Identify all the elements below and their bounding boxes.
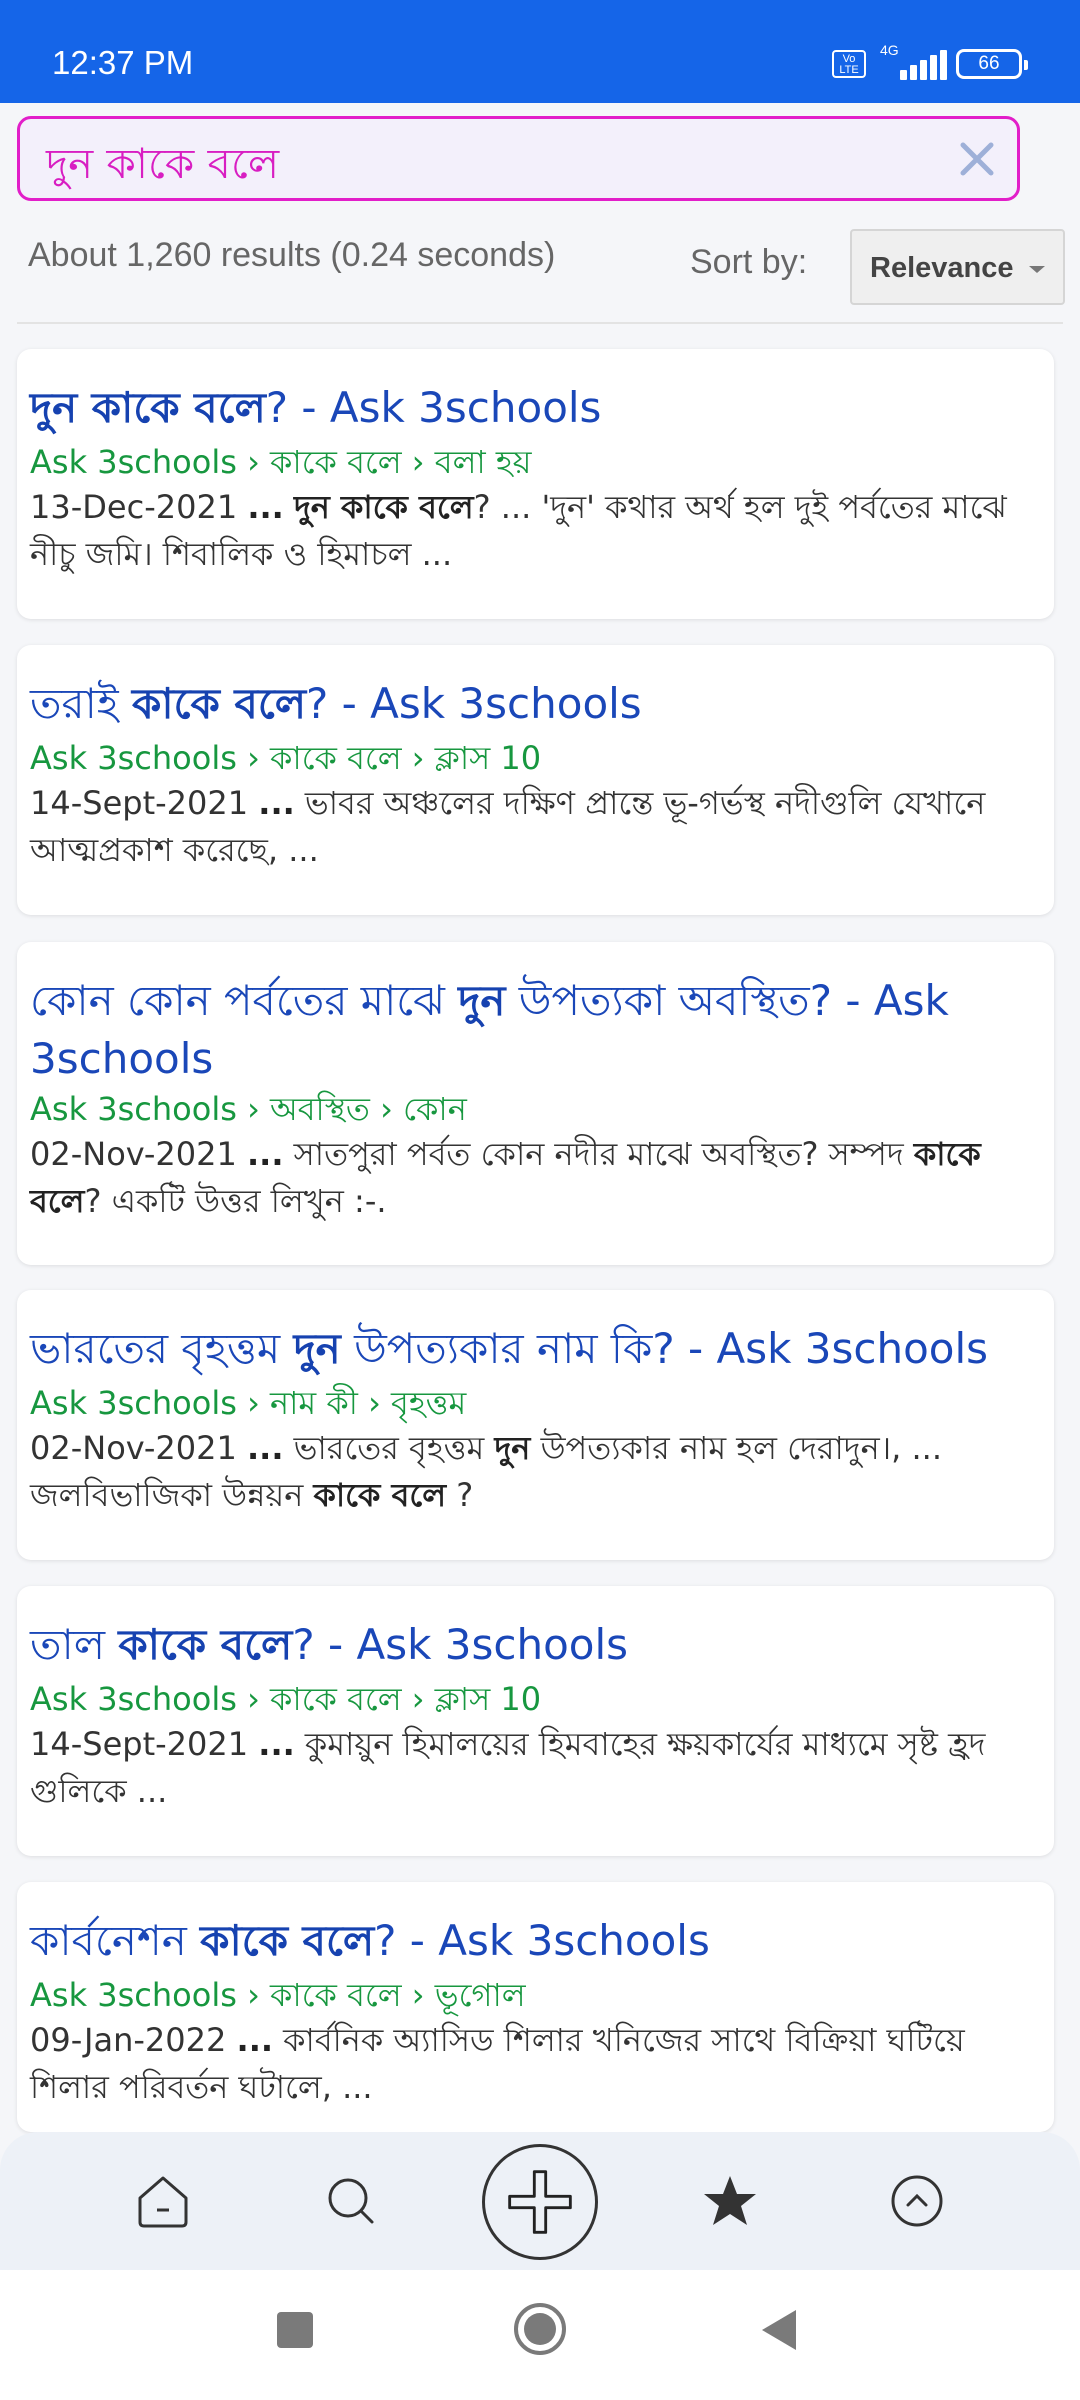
result-title-link[interactable]: দুন কাকে বলে? - Ask 3schools [30,379,1028,437]
result-title-part: তরাই [30,679,132,728]
status-time: 12:37 PM [52,44,194,81]
result-title-link[interactable]: কোন কোন পর্বতের মাঝে দুন উপত্যকা অবস্থিত… [30,972,1028,1088]
result-title-part: ? - Ask 3schools [292,1620,629,1669]
result-title-part: কাকে বলে [200,1916,375,1965]
result-card[interactable]: কার্বনেশন কাকে বলে? - Ask 3schools Ask 3s… [17,1882,1054,2132]
result-snippet-part: ... [247,1429,284,1467]
results-count: About 1,260 results (0.24 seconds) [28,236,556,274]
result-snippet-part: 02-Nov-2021 [30,1135,248,1173]
result-title-part: কাকে বলে [132,679,306,728]
result-title-link[interactable]: তাল কাকে বলে? - Ask 3schools [30,1616,1028,1674]
result-snippet-part: ভারতের বৃহত্তম [283,1429,495,1467]
back-icon[interactable] [762,2310,796,2350]
signal-icon: 4G [876,42,947,80]
result-title-part: তাল [30,1620,119,1669]
result-title-part: দুন কাকে বলে [30,383,266,432]
star-icon[interactable] [693,2164,767,2238]
result-snippet-part: 14-Sept-2021 [30,784,259,822]
result-snippet-part: ... [258,1725,295,1763]
battery-level: 66 [978,53,1000,74]
result-title-link[interactable]: ভারতের বৃহত্তম দুন উপত্যকার নাম কি? - As… [30,1320,1028,1378]
search-input[interactable]: দুন কাকে বলে [46,131,279,202]
result-title-part: উপত্যকার নাম কি? - Ask 3schools [340,1324,989,1373]
result-title-part: ? - Ask 3schools [374,1916,710,1965]
result-snippet-part: ? [446,1476,474,1514]
scroll-top-icon[interactable] [880,2164,954,2238]
result-card[interactable]: তাল কাকে বলে? - Ask 3schools Ask 3schools… [17,1586,1054,1856]
result-snippet: 09-Jan-2022 ... কার্বনিক অ্যাসিড শিলার খ… [30,2017,1040,2111]
status-bar: 12:37 PM Vo LTE 4G 66 [0,0,1080,103]
result-snippet-part: দুন [494,1429,531,1467]
battery-icon: 66 [956,49,1028,79]
sort-dropdown[interactable]: Relevance [850,229,1065,305]
result-snippet-part: ? একটি উত্তর লিখুন :-. [84,1182,387,1220]
volte-icon: Vo LTE [832,50,866,78]
result-title-link[interactable]: তরাই কাকে বলে? - Ask 3schools [30,675,1028,733]
result-url: Ask 3schools › নাম কী › বৃহত্তম [30,1384,467,1422]
result-url: Ask 3schools › কাকে বলে › ক্লাস 10 [30,739,542,777]
result-card[interactable]: কোন কোন পর্বতের মাঝে দুন উপত্যকা অবস্থিত… [17,942,1054,1265]
sort-label: Sort by: [690,243,808,281]
home-icon[interactable] [126,2164,200,2238]
status-icons: Vo LTE 4G 66 [832,42,1028,80]
home-nav-icon[interactable] [514,2303,566,2355]
result-snippet-part: সাতপুরা পর্বত কোন নদীর মাঝে অবস্থিত? সম্… [283,1135,914,1173]
result-title-part: দুন [458,976,506,1025]
bottom-toolbar [0,2132,1080,2270]
result-title-part: দুন [293,1324,341,1373]
result-snippet-part: 13-Dec-2021 [30,488,248,526]
search-icon[interactable] [314,2164,388,2238]
result-snippet-part: 02-Nov-2021 [30,1429,248,1467]
result-snippet-part: ... [258,784,295,822]
result-card[interactable]: ভারতের বৃহত্তম দুন উপত্যকার নাম কি? - As… [17,1290,1054,1560]
result-snippet-part [284,488,294,526]
result-title-link[interactable]: কার্বনেশন কাকে বলে? - Ask 3schools [30,1912,1028,1970]
result-url: Ask 3schools › কাকে বলে › ক্লাস 10 [30,1680,542,1718]
result-title-part: কোন কোন পর্বতের মাঝে [30,976,459,1025]
result-snippet-part: কাকে বলে [313,1476,447,1514]
chevron-down-icon [1029,266,1045,273]
result-title-part: ভারতের বৃহত্তম [30,1324,294,1373]
result-snippet-part: ... [247,488,284,526]
result-title-part: কার্বনেশন [30,1916,201,1965]
divider [17,322,1063,324]
result-snippet: 02-Nov-2021 ... সাতপুরা পর্বত কোন নদীর ম… [30,1131,1040,1225]
result-card[interactable]: তরাই কাকে বলে? - Ask 3schools Ask 3school… [17,645,1054,915]
network-type-label: 4G [880,42,899,58]
result-snippet: 02-Nov-2021 ... ভারতের বৃহত্তম দুন উপত্য… [30,1425,1040,1519]
result-snippet: 13-Dec-2021 ... দুন কাকে বলে? ... 'দুন' … [30,484,1040,578]
result-snippet-part: 14-Sept-2021 [30,1725,259,1763]
result-snippet: 14-Sept-2021 ... কুমায়ুন হিমালয়ের হিমব… [30,1721,1040,1815]
system-nav-bar [0,2270,1080,2400]
result-url: Ask 3schools › কাকে বলে › বলা হয় [30,443,532,481]
result-title-part: কাকে বলে [118,1620,293,1669]
clear-icon[interactable] [955,137,999,181]
recent-apps-icon[interactable] [277,2312,313,2348]
result-snippet-part: ... [247,1135,284,1173]
result-url: Ask 3schools › অবস্থিত › কোন [30,1090,467,1128]
result-url: Ask 3schools › কাকে বলে › ভূগোল [30,1976,526,2014]
result-snippet-part: 09-Jan-2022 [30,2021,237,2059]
result-title-part: ? - Ask 3schools [265,383,602,432]
result-snippet-part: ... [236,2021,273,2059]
result-card[interactable]: দুন কাকে বলে? - Ask 3schools Ask 3schools… [17,349,1054,619]
result-snippet-part: দুন কাকে বলে [293,488,474,526]
search-bar[interactable]: দুন কাকে বলে [17,116,1020,201]
result-snippet: 14-Sept-2021 ... ভাবর অঞ্চলের দক্ষিণ প্র… [30,780,1040,874]
add-icon[interactable] [482,2144,598,2260]
result-title-part: ? - Ask 3schools [306,679,642,728]
sort-value: Relevance [870,252,1014,284]
